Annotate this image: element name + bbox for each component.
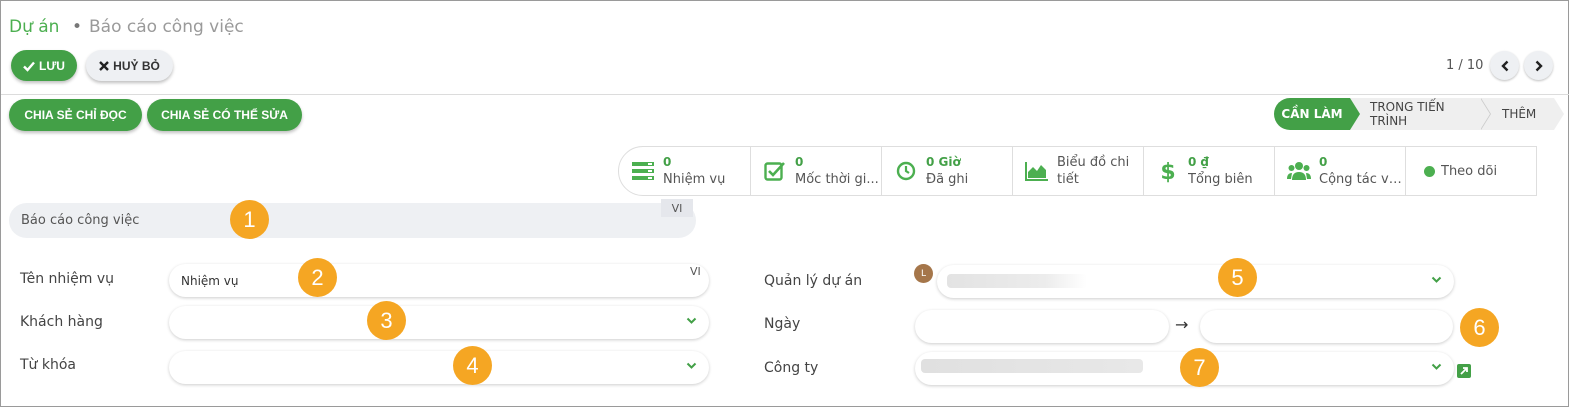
stat-milestones-button[interactable]: 0 Mốc thời gi... xyxy=(750,147,881,195)
stat-milestones-label: Mốc thời gi... xyxy=(795,172,879,187)
share-read-only-button[interactable]: CHIA SẺ CHỈ ĐỌC xyxy=(9,99,142,131)
chevron-right-icon xyxy=(1535,60,1543,71)
cancel-button[interactable]: HUỶ BỎ xyxy=(86,50,173,81)
svg-text:$: $ xyxy=(1160,160,1175,184)
chevron-down-icon xyxy=(1431,363,1442,370)
follow-status-dot-icon xyxy=(1424,165,1435,177)
stat-burndown-button[interactable]: Biểu đồ chi tiết xyxy=(1012,147,1143,195)
clock-icon xyxy=(894,159,918,183)
external-link-icon[interactable] xyxy=(1457,364,1471,378)
save-button[interactable]: LƯU xyxy=(11,50,77,81)
tags-label: Từ khóa xyxy=(20,357,76,373)
header-divider xyxy=(1,94,1569,95)
chevron-down-icon xyxy=(686,317,697,324)
stat-hours-value: 0 Giờ xyxy=(926,155,961,169)
stat-milestones-value: 0 xyxy=(795,155,804,169)
redacted-manager-name xyxy=(947,274,1087,288)
start-date-input[interactable] xyxy=(915,310,1169,343)
customer-label: Khách hàng xyxy=(20,314,103,330)
stat-burndown-label: Biểu đồ chi tiết xyxy=(1057,155,1130,187)
annotation-marker-3: 3 xyxy=(367,301,406,340)
stat-hours-label: Đã ghi xyxy=(926,172,969,187)
stat-collaborators-label: Cộng tác vi... xyxy=(1319,172,1403,187)
annotation-marker-6: 6 xyxy=(1460,308,1499,347)
chevron-down-icon xyxy=(1431,276,1442,283)
tasks-icon xyxy=(631,159,655,183)
next-record-button[interactable] xyxy=(1524,51,1553,80)
users-icon xyxy=(1287,159,1311,183)
chevron-down-icon xyxy=(686,362,697,369)
stage-in-progress[interactable]: TRONG TIẾN TRÌNH xyxy=(1350,98,1491,130)
company-label: Công ty xyxy=(764,360,819,376)
stat-button-box: 0 Nhiệm vụ 0 Mốc thời gi... 0 Giờ Đã ghi… xyxy=(618,146,1537,196)
stat-collaborators-value: 0 xyxy=(1319,155,1328,169)
dollar-icon: $ xyxy=(1156,159,1180,184)
stat-margin-button[interactable]: $ 0 ₫ Tổng biên xyxy=(1143,147,1274,195)
pager-counter: 1 / 10 xyxy=(1446,58,1484,73)
task-name-value: Nhiệm vụ xyxy=(181,273,239,288)
name-translate-button[interactable]: VI xyxy=(661,199,693,217)
annotation-marker-2: 2 xyxy=(298,258,337,297)
stat-hours-button[interactable]: 0 Giờ Đã ghi xyxy=(881,147,1012,195)
share-editable-button[interactable]: CHIA SẺ CÓ THỂ SỬA xyxy=(147,99,302,131)
project-manager-label: Quản lý dự án xyxy=(764,273,863,289)
stage-todo[interactable]: CẦN LÀM xyxy=(1274,98,1360,130)
annotation-marker-1: 1 xyxy=(230,200,269,239)
date-range-arrow: → xyxy=(1175,315,1189,334)
stage-statusbar: CẦN LÀM TRONG TIẾN TRÌNH THÊM xyxy=(1274,98,1564,130)
stat-tasks-label: Nhiệm vụ xyxy=(663,172,726,187)
area-chart-icon xyxy=(1025,159,1049,183)
end-date-input[interactable] xyxy=(1200,310,1453,343)
stat-margin-label: Tổng biên xyxy=(1188,172,1253,187)
breadcrumb-current: Báo cáo công việc xyxy=(89,17,244,37)
project-name-value: Báo cáo công việc xyxy=(21,213,140,228)
annotation-marker-4: 4 xyxy=(453,346,492,385)
check-icon xyxy=(23,61,35,72)
cancel-label: HUỶ BỎ xyxy=(113,58,160,73)
previous-record-button[interactable] xyxy=(1490,51,1519,80)
annotation-marker-7: 7 xyxy=(1180,348,1219,387)
customer-select[interactable] xyxy=(169,306,709,339)
annotation-marker-5: 5 xyxy=(1218,258,1257,297)
project-name-input[interactable]: Báo cáo công việc xyxy=(9,203,696,238)
follow-button[interactable]: Theo dõi xyxy=(1405,147,1536,195)
breadcrumb-root-link[interactable]: Dự án xyxy=(9,17,59,37)
save-label: LƯU xyxy=(39,58,65,73)
close-icon xyxy=(99,60,110,71)
chevron-left-icon xyxy=(1500,60,1508,71)
follow-label: Theo dõi xyxy=(1441,163,1498,179)
stat-collaborators-button[interactable]: 0 Cộng tác vi... xyxy=(1274,147,1405,195)
stat-tasks-value: 0 xyxy=(663,155,672,169)
tags-select[interactable] xyxy=(169,351,709,384)
avatar: L xyxy=(914,264,933,283)
stage-more[interactable]: THÊM xyxy=(1480,98,1564,130)
checkbox-icon xyxy=(763,159,787,183)
date-label: Ngày xyxy=(764,316,801,332)
stat-margin-value: 0 ₫ xyxy=(1188,155,1209,169)
breadcrumb-separator: • xyxy=(72,17,83,37)
task-name-label: Tên nhiệm vụ xyxy=(20,271,115,287)
task-name-input[interactable]: Nhiệm vụ xyxy=(169,264,709,297)
stat-tasks-button[interactable]: 0 Nhiệm vụ xyxy=(619,147,750,195)
task-translate-button[interactable]: VI xyxy=(690,265,701,278)
redacted-company-name xyxy=(921,359,1143,373)
